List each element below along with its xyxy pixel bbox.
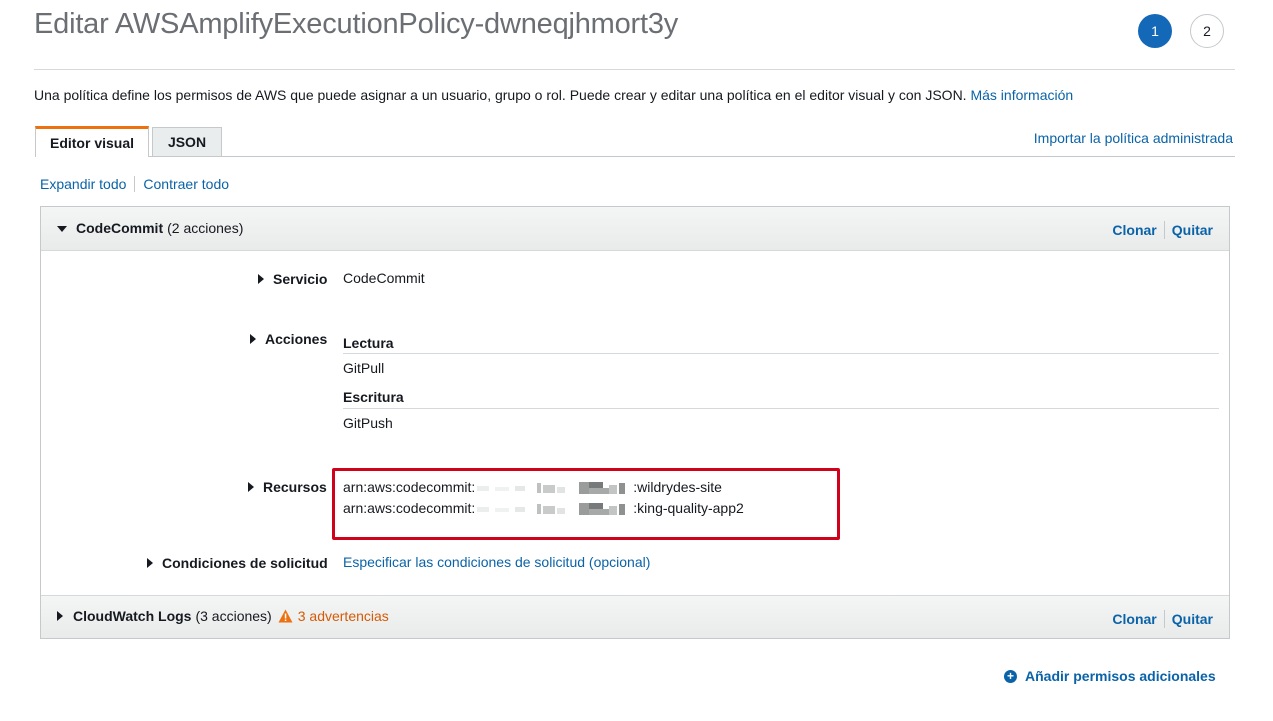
caret-right-icon [57, 611, 63, 621]
specify-conditions-link[interactable]: Especificar las condiciones de solicitud… [343, 554, 650, 570]
cloudwatch-section-header[interactable]: CloudWatch Logs (3 acciones) 3 advertenc… [41, 595, 1229, 638]
section-service-name: CloudWatch Logs [73, 608, 192, 624]
resources-highlight-box [332, 468, 840, 540]
step-1-indicator[interactable]: 1 [1138, 14, 1172, 48]
add-permissions-label: Añadir permisos adicionales [1025, 668, 1216, 684]
resources-row-toggle[interactable]: Recursos [248, 479, 327, 495]
caret-right-icon [147, 558, 153, 568]
codecommit-section-actions: Clonar Quitar [1112, 221, 1213, 239]
link-separator [134, 176, 136, 192]
caret-right-icon [258, 274, 264, 284]
write-access-heading: Escritura [343, 389, 404, 405]
import-managed-policy-link[interactable]: Importar la política administrada [1034, 130, 1233, 146]
caret-down-icon [57, 226, 67, 232]
intro-description: Una política define los permisos de AWS … [34, 87, 967, 103]
remove-button[interactable]: Quitar [1172, 611, 1213, 627]
warnings-indicator[interactable]: 3 advertencias [278, 608, 389, 624]
cloudwatch-section-title[interactable]: CloudWatch Logs (3 acciones) 3 advertenc… [57, 608, 389, 624]
tabs-divider [35, 156, 1235, 157]
title-divider [34, 69, 1235, 70]
intro-text: Una política define los permisos de AWS … [34, 87, 1073, 103]
section-service-name: CodeCommit [76, 220, 164, 236]
read-access-heading: Lectura [343, 335, 394, 351]
section-action-count: (2 acciones) [167, 220, 244, 236]
caret-right-icon [250, 334, 256, 344]
remove-button[interactable]: Quitar [1172, 222, 1213, 238]
clone-button[interactable]: Clonar [1112, 222, 1156, 238]
expand-all-link[interactable]: Expandir todo [40, 176, 126, 192]
add-permissions-button[interactable]: + Añadir permisos adicionales [1004, 668, 1216, 684]
plus-circle-icon: + [1004, 669, 1017, 683]
clone-button[interactable]: Clonar [1112, 611, 1156, 627]
caret-right-icon [248, 482, 254, 492]
warnings-count: 3 advertencias [297, 608, 389, 624]
step-2-indicator[interactable]: 2 [1190, 14, 1224, 48]
action-separator [1163, 221, 1165, 239]
codecommit-section-header[interactable]: CodeCommit (2 acciones) Clonar Quitar [41, 207, 1229, 251]
warning-icon [278, 609, 293, 623]
cloudwatch-section-actions: Clonar Quitar [1112, 610, 1213, 628]
more-info-link[interactable]: Más información [970, 87, 1073, 103]
actions-label: Acciones [265, 331, 328, 347]
action-separator [1163, 610, 1165, 628]
service-value: CodeCommit [343, 270, 425, 286]
write-divider [343, 408, 1219, 409]
conditions-row-toggle[interactable]: Condiciones de solicitud [147, 555, 328, 571]
service-label: Servicio [273, 271, 328, 287]
resources-label: Recursos [263, 479, 327, 495]
page-title: Editar AWSAmplifyExecutionPolicy-dwneqjh… [34, 8, 679, 40]
read-divider [343, 353, 1219, 354]
collapse-all-link[interactable]: Contraer todo [143, 176, 229, 192]
service-row-toggle[interactable]: Servicio [258, 271, 327, 287]
read-action-value: GitPull [343, 360, 385, 376]
expand-collapse-links: Expandir todo Contraer todo [40, 176, 229, 192]
conditions-label: Condiciones de solicitud [162, 555, 328, 571]
tab-visual-editor[interactable]: Editor visual [35, 126, 149, 157]
section-action-count: (3 acciones) [195, 608, 272, 624]
actions-row-toggle[interactable]: Acciones [250, 331, 327, 347]
codecommit-section-title[interactable]: CodeCommit (2 acciones) [57, 220, 243, 236]
write-action-value: GitPush [343, 415, 393, 431]
tab-json[interactable]: JSON [152, 127, 222, 156]
policy-permissions-panel: CodeCommit (2 acciones) Clonar Quitar Se… [40, 206, 1230, 639]
